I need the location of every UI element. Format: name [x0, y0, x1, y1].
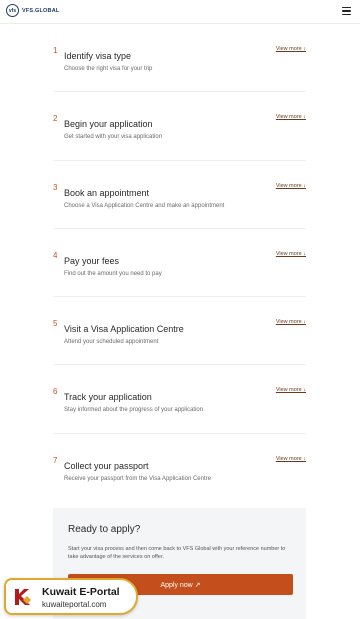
step-item: 4 Pay your fees Find out the amount you …	[53, 229, 306, 298]
step-title: Collect your passport	[64, 460, 149, 471]
step-description: Attend your scheduled appointment	[64, 339, 159, 346]
eportal-logo-icon	[15, 589, 31, 605]
hamburger-menu-icon[interactable]	[342, 7, 351, 15]
step-item: 6 Track your application Stay informed a…	[53, 365, 306, 434]
step-number: 3	[53, 182, 58, 192]
step-title: Identify visa type	[64, 51, 132, 61]
watermark-name: Kuwait E-Portal	[42, 586, 120, 598]
step-title: Visit a Visa Application Centre	[64, 324, 184, 335]
step-item: 2 Begin your application Get started wit…	[53, 92, 306, 161]
watermark-url: kuwaiteportal.com	[42, 600, 107, 609]
view-more-link[interactable]: View more ↓	[276, 456, 306, 462]
cta-text: Start your visa process and then come ba…	[68, 546, 286, 560]
step-title: Book an appointment	[64, 187, 150, 198]
steps-list: 1 Identify visa type Choose the right vi…	[53, 24, 306, 502]
view-more-link[interactable]: View more ↓	[276, 114, 306, 120]
step-title: Track your application	[64, 392, 152, 403]
step-description: Get started with your visa application	[64, 134, 163, 141]
step-title: Pay your fees	[64, 255, 120, 266]
view-more-link[interactable]: View more ↓	[276, 387, 306, 393]
top-header: vfs VFS.GLOBAL	[0, 0, 360, 24]
step-number: 1	[53, 46, 58, 55]
step-number: 7	[53, 455, 58, 465]
view-more-link[interactable]: View more ↓	[276, 46, 306, 52]
step-description: Stay informed about the progress of your…	[64, 407, 204, 414]
view-more-link[interactable]: View more ↓	[276, 183, 306, 189]
vfs-logo-icon: vfs	[6, 4, 19, 17]
view-more-link[interactable]: View more ↓	[276, 251, 306, 257]
step-number: 6	[53, 387, 58, 397]
logo-mark-text: vfs	[8, 7, 17, 14]
step-description: Choose a Visa Application Centre and mak…	[64, 202, 225, 209]
step-number: 2	[53, 114, 58, 124]
step-item: 3 Book an appointment Choose a Visa Appl…	[53, 161, 306, 229]
step-item: 5 Visit a Visa Application Centre Attend…	[53, 297, 306, 366]
step-item: 1 Identify visa type Choose the right vi…	[53, 24, 306, 93]
step-description: Find out the amount you need to pay	[64, 270, 162, 277]
step-item: 7 Collect your passport Receive your pas…	[53, 434, 306, 502]
view-more-link[interactable]: View more ↓	[276, 319, 306, 325]
step-number: 5	[53, 319, 58, 329]
kuwait-eportal-watermark: Kuwait E-Portal kuwaiteportal.com	[4, 578, 138, 615]
step-title: Begin your application	[64, 119, 153, 130]
step-number: 4	[53, 250, 58, 260]
logo-text: VFS.GLOBAL	[22, 7, 60, 14]
vfs-logo[interactable]: vfs VFS.GLOBAL	[6, 4, 59, 17]
step-description: Receive your passport from the Visa Appl…	[64, 475, 211, 482]
step-description: Choose the right visa for your trip	[64, 66, 153, 72]
cta-title: Ready to apply?	[68, 524, 141, 535]
